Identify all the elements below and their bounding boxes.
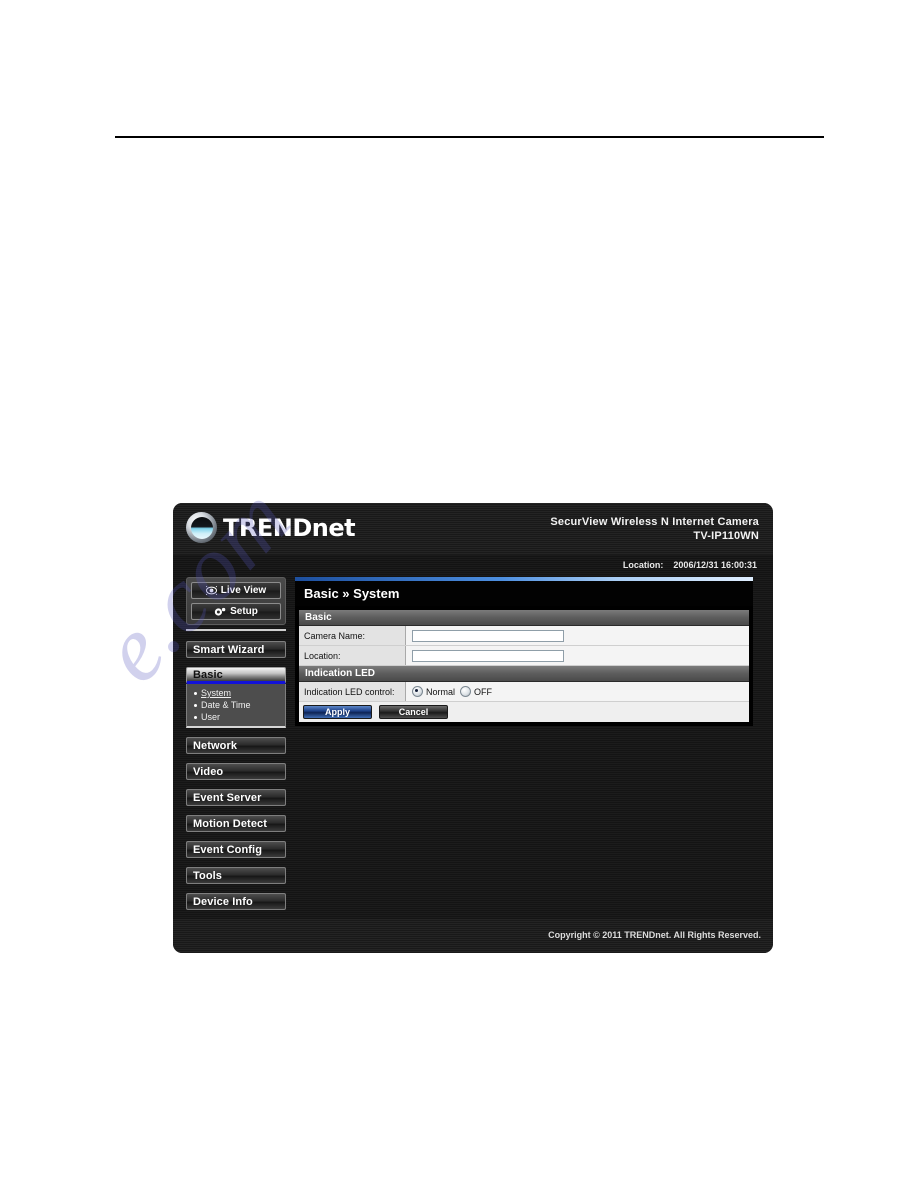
bullet-icon [194, 691, 197, 695]
sidebar-item-device-info[interactable]: Device Info [186, 893, 286, 910]
live-view-label: Live View [220, 585, 267, 596]
location-input[interactable] [412, 649, 564, 662]
ui-footer: Copyright © 2011 TRENDnet. All Rights Re… [173, 919, 773, 953]
sidebar-label-basic: Basic [193, 668, 223, 681]
sidebar-item-basic[interactable]: Basic [186, 667, 286, 684]
trendnet-logo: TRENDnet [186, 512, 356, 543]
sidebar-label-device-info: Device Info [193, 895, 253, 908]
radio-option-normal[interactable]: Normal [412, 686, 455, 697]
eye-icon [205, 586, 217, 595]
sidebar-label-network: Network [193, 739, 238, 752]
section-heading-indication-led: Indication LED [299, 666, 749, 682]
radio-option-off[interactable]: OFF [460, 686, 492, 697]
copyright-text: Copyright © 2011 TRENDnet. All Rights Re… [548, 930, 761, 940]
form-actions: Apply Cancel [299, 702, 749, 722]
table-row: Indication LED control: Normal OFF [299, 682, 749, 702]
product-identity: SecurView Wireless N Internet Camera TV-… [550, 515, 759, 543]
field-label-camera-name: Camera Name: [299, 626, 406, 645]
field-label-location: Location: [299, 646, 406, 665]
apply-button[interactable]: Apply [303, 705, 372, 719]
sidebar-item-date-time[interactable]: Date & Time [194, 699, 285, 711]
content-inner: Basic Camera Name: Location: Indication … [295, 606, 753, 726]
camera-name-input[interactable] [412, 629, 564, 642]
sidebar-label-motion-detect: Motion Detect [193, 817, 268, 830]
location-timestamp: 2006/12/31 16:00:31 [673, 560, 757, 570]
sidebar-item-tools[interactable]: Tools [186, 867, 286, 884]
ui-banner: TRENDnet SecurView Wireless N Internet C… [173, 503, 773, 555]
page-title: Basic » System [295, 581, 753, 606]
location-bar: Location: 2006/12/31 16:00:31 [173, 555, 773, 577]
radio-label-normal: Normal [426, 686, 456, 697]
radio-off-icon[interactable] [460, 686, 472, 697]
sidebar: Live View Setup Smart Wizard Basic Syste… [186, 577, 286, 919]
sidebar-label-event-config: Event Config [193, 843, 263, 856]
sidebar-label-video: Video [193, 765, 224, 778]
setup-label: Setup [230, 606, 258, 617]
setup-button[interactable]: Setup [191, 603, 281, 620]
product-model: TV-IP110WN [693, 530, 759, 542]
globe-logo-icon [186, 512, 217, 543]
sidebar-label-smart-wizard: Smart Wizard [193, 643, 265, 656]
live-view-button[interactable]: Live View [191, 582, 281, 599]
sidebar-label-date-time: Date & Time [201, 700, 251, 710]
sidebar-divider [186, 629, 286, 631]
sidebar-label-system: System [201, 688, 232, 698]
section-heading-basic: Basic [299, 610, 749, 626]
location-label: Location: [622, 560, 664, 570]
logo-wordmark: TRENDnet [223, 513, 356, 542]
bullet-icon [194, 703, 197, 707]
sidebar-label-tools: Tools [193, 869, 223, 882]
bullet-icon [194, 715, 197, 719]
sidebar-item-motion-detect[interactable]: Motion Detect [186, 815, 286, 832]
field-label-indication-led-control: Indication LED control: [299, 682, 406, 701]
sidebar-label-event-server: Event Server [193, 791, 262, 804]
radio-label-off: OFF [474, 686, 493, 697]
table-row: Location: [299, 646, 749, 666]
sidebar-item-event-server[interactable]: Event Server [186, 789, 286, 806]
content-panel: Basic » System Basic Camera Name: Locati… [295, 577, 753, 726]
sidebar-item-network[interactable]: Network [186, 737, 286, 754]
sidebar-item-system[interactable]: System [194, 687, 285, 699]
sidebar-item-event-config[interactable]: Event Config [186, 841, 286, 858]
product-name: SecurView Wireless N Internet Camera [550, 516, 759, 528]
table-row: Camera Name: [299, 626, 749, 646]
radio-normal-icon[interactable] [412, 686, 423, 697]
sidebar-item-video[interactable]: Video [186, 763, 286, 780]
logo-wordmark-upper: TREND [223, 513, 312, 542]
page-header-rule [115, 136, 824, 138]
ui-body: Live View Setup Smart Wizard Basic Syste… [173, 577, 773, 919]
logo-wordmark-lower: net [311, 513, 356, 542]
sidebar-subnav-basic: System Date & Time User [186, 684, 286, 728]
cancel-button[interactable]: Cancel [379, 705, 448, 719]
sidebar-item-user[interactable]: User [194, 711, 285, 723]
sidebar-label-user: User [201, 712, 221, 722]
sidebar-item-smart-wizard[interactable]: Smart Wizard [186, 641, 286, 658]
device-web-ui: TRENDnet SecurView Wireless N Internet C… [173, 503, 773, 953]
gear-icon [214, 607, 226, 617]
view-mode-group: Live View Setup [186, 577, 286, 625]
